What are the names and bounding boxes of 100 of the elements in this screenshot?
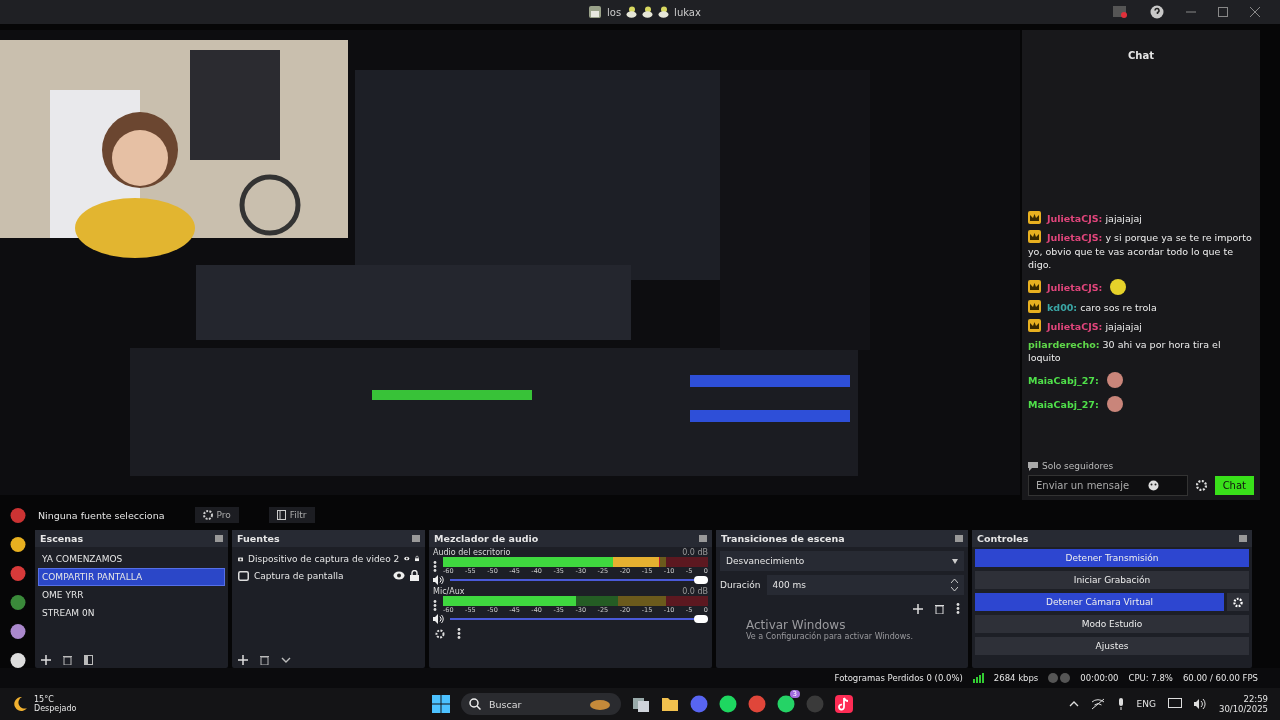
- settings-icon[interactable]: [1195, 480, 1207, 491]
- wifi-off-icon[interactable]: [1090, 698, 1105, 710]
- display-icon[interactable]: [1168, 698, 1182, 710]
- chat-button[interactable]: Chat: [1214, 476, 1254, 495]
- speaker-icon[interactable]: [1194, 698, 1207, 710]
- chat-message: MaiaCabj_27:: [1028, 393, 1254, 414]
- trash-icon[interactable]: [935, 603, 944, 614]
- control-button[interactable]: Detener Cámara Virtual: [975, 593, 1224, 611]
- more-icon[interactable]: [433, 560, 437, 572]
- search-field[interactable]: Buscar: [461, 693, 621, 715]
- emoji-icon[interactable]: [1148, 480, 1159, 491]
- chat-input-box[interactable]: Enviar un mensaje: [1028, 475, 1188, 496]
- chat-message: MaiaCabj_27:: [1028, 369, 1254, 390]
- folder-icon[interactable]: [661, 695, 679, 713]
- lock-icon[interactable]: [414, 553, 419, 564]
- source-item[interactable]: Captura de pantalla: [254, 570, 388, 581]
- window-title: lukax: [674, 6, 701, 18]
- more-icon[interactable]: [433, 599, 437, 611]
- control-button[interactable]: Iniciar Grabación: [975, 571, 1249, 589]
- duration-field[interactable]: 400 ms: [766, 575, 964, 595]
- gear-icon[interactable]: [435, 628, 445, 639]
- trash-icon[interactable]: [260, 655, 269, 665]
- speaker-icon[interactable]: [433, 575, 444, 585]
- chat-mode: Solo seguidores: [1042, 461, 1114, 471]
- duck-icon: [658, 6, 670, 18]
- app-icon: [588, 5, 602, 19]
- panel-title: Fuentes: [237, 533, 280, 544]
- window-title: los: [607, 6, 622, 18]
- search-input[interactable]: Buscar: [487, 697, 581, 711]
- activation-title: Activar Windows: [746, 618, 847, 632]
- control-button[interactable]: Ajustes: [975, 637, 1249, 655]
- emote-icon: [1108, 276, 1129, 297]
- duck-icon: [626, 6, 638, 18]
- add-icon[interactable]: [41, 655, 51, 665]
- fps: 60.00 / 60.00 FPS: [1182, 673, 1258, 683]
- activation-notice: Ve a Configuración para activar Windows.: [746, 632, 913, 641]
- settings-button[interactable]: [1227, 593, 1249, 611]
- windows-logo-icon[interactable]: [432, 695, 450, 713]
- duck-icon: [642, 6, 654, 18]
- language-indicator[interactable]: ENG: [1136, 699, 1156, 709]
- control-button[interactable]: Detener Transmisión: [975, 549, 1249, 567]
- speaker-icon[interactable]: [433, 614, 444, 624]
- clock-time[interactable]: 22:59: [1243, 694, 1268, 704]
- record-status-icon: [1048, 673, 1071, 683]
- filter-icon[interactable]: [84, 655, 93, 665]
- chat-bubble-icon: [1028, 461, 1038, 471]
- microphone-icon[interactable]: [1116, 698, 1125, 710]
- scene-item[interactable]: COMPARTIR PANTALLA: [38, 568, 225, 586]
- temperature: 15°C: [34, 695, 55, 704]
- channel-reading: 0.0 dB: [682, 548, 708, 557]
- cpu-usage: CPU: 7.8%: [1128, 673, 1173, 683]
- eye-icon[interactable]: [404, 554, 410, 563]
- volume-slider[interactable]: [450, 614, 708, 624]
- source-item[interactable]: Dispositivo de captura de video 2: [248, 553, 400, 564]
- scene-item[interactable]: STREAM 0N: [38, 604, 225, 622]
- add-icon[interactable]: [913, 603, 923, 614]
- chevron-up-icon[interactable]: [1068, 701, 1079, 707]
- scene-item[interactable]: OME YRR: [38, 586, 225, 604]
- emote-icon: [1104, 393, 1125, 414]
- volume-slider[interactable]: [450, 575, 708, 585]
- filter-icon: [276, 510, 286, 520]
- gear-icon: [1233, 596, 1243, 608]
- spinner-arrows-icon: [951, 578, 958, 592]
- dropdown-arrow-icon: [952, 558, 958, 564]
- message-input[interactable]: Enviar un mensaje: [1034, 479, 1148, 492]
- caret-icon[interactable]: [281, 657, 291, 663]
- gear-icon: [202, 510, 213, 520]
- search-icon: [469, 698, 481, 710]
- clock-date[interactable]: 30/10/2025: [1219, 704, 1268, 714]
- properties-button[interactable]: Pro: [194, 507, 239, 523]
- filters-button[interactable]: Filtr: [268, 507, 315, 523]
- maximize-icon[interactable]: [1218, 7, 1228, 17]
- app-icon[interactable]: [777, 695, 795, 713]
- more-icon[interactable]: [956, 603, 960, 614]
- more-icon[interactable]: [457, 628, 461, 639]
- source-status: Ninguna fuente selecciona: [38, 509, 165, 521]
- close-icon[interactable]: [1250, 7, 1260, 17]
- control-button[interactable]: Modo Estudio: [975, 615, 1249, 633]
- duration-label: Duración: [720, 580, 761, 590]
- record-time: 00:00:00: [1080, 673, 1119, 683]
- channel-name: Audio del escritorio: [433, 548, 511, 557]
- app-icon[interactable]: [835, 695, 853, 713]
- chat-message: JulietaCJS:: [1028, 276, 1254, 297]
- panel-title: Mezclador de audio: [434, 533, 539, 544]
- app-icon[interactable]: [719, 695, 737, 713]
- add-icon[interactable]: [238, 655, 248, 665]
- chat-message: kd00: caro sos re trola: [1028, 300, 1254, 315]
- eye-icon[interactable]: [393, 571, 405, 580]
- help-icon[interactable]: [1150, 5, 1164, 19]
- trash-icon[interactable]: [63, 655, 72, 665]
- chat-message: JulietaCJS: jajajajaj: [1028, 318, 1254, 334]
- transition-dropdown[interactable]: Desvanecimiento: [720, 551, 964, 571]
- task-view-icon[interactable]: [632, 695, 650, 713]
- chat-message: JulietaCJS: y si porque ya se te re importo yo, obvio que te vas acordar todo lo que te digo.: [1028, 229, 1253, 273]
- scene-item[interactable]: YA COMENZAMOS: [38, 550, 225, 568]
- channel-reading: 0.0 dB: [682, 587, 708, 596]
- lock-icon[interactable]: [410, 570, 419, 581]
- moon-icon: [12, 696, 28, 712]
- record-icon[interactable]: [1112, 5, 1128, 19]
- bitrate: 2684 kbps: [993, 673, 1039, 683]
